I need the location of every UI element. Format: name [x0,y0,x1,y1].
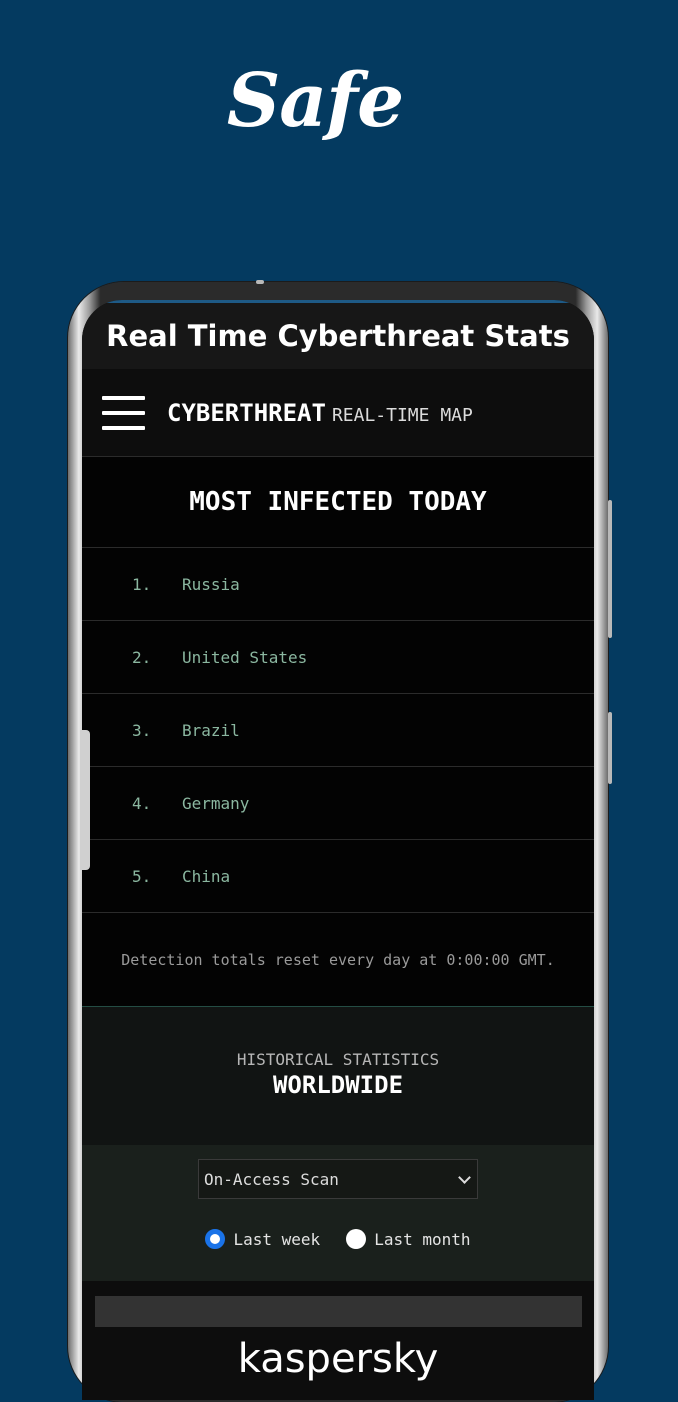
historical-section: HISTORICAL STATISTICS WORLDWIDE [82,1007,594,1145]
list-item[interactable]: 1. Russia [82,548,594,621]
brand-sub-text: REAL-TIME MAP [331,404,473,426]
footer-panel: kaspersky [82,1281,594,1400]
radio-label: Last week [233,1229,321,1249]
historical-region: WORLDWIDE [272,1071,404,1099]
site-header: CYBERTHREAT REAL-TIME MAP [82,369,594,457]
phone-button-left [80,730,90,870]
phone-screen: Real Time Cyberthreat Stats CYBERTHREAT R… [82,300,594,1400]
brand-main-text: CYBERTHREAT [167,398,326,427]
scan-type-select[interactable]: On-Access Scan [198,1159,478,1199]
detection-footnote: Detection totals reset every day at 0:00… [82,914,594,1007]
country-name: Brazil [182,720,240,740]
most-infected-title: MOST INFECTED TODAY [82,457,594,548]
kaspersky-logo: kaspersky [237,1336,439,1382]
rank-number: 3. [132,720,152,740]
country-name: Germany [182,793,250,813]
historical-controls: On-Access Scan Last week Last month [82,1145,594,1281]
rank-number: 5. [132,866,152,886]
hamburger-menu-icon[interactable] [102,395,145,430]
phone-button-top [256,280,264,284]
list-item[interactable]: 4. Germany [82,767,594,840]
site-brand[interactable]: CYBERTHREAT REAL-TIME MAP [167,399,473,427]
footer-bar [95,1296,582,1327]
promo-title: Safe [226,58,404,144]
historical-label: HISTORICAL STATISTICS [236,1050,440,1069]
radio-last-week[interactable]: Last week [205,1229,320,1249]
app-bar: Real Time Cyberthreat Stats [82,303,594,369]
rank-number: 4. [132,793,152,813]
phone-button-right-lower [608,712,612,784]
list-item[interactable]: 5. China [82,840,594,913]
infected-list: 1. Russia 2. United States 3. Brazil 4. … [82,548,594,913]
scan-type-value: On-Access Scan [204,1169,339,1189]
phone-button-right-upper [608,500,612,638]
country-name: Russia [182,574,240,594]
app-bar-title: Real Time Cyberthreat Stats [106,319,570,353]
list-item[interactable]: 3. Brazil [82,694,594,767]
radio-label: Last month [374,1229,471,1249]
radio-button[interactable] [346,1229,367,1249]
radio-button-selected[interactable] [205,1229,226,1249]
country-name: United States [182,647,308,667]
chevron-down-icon [458,1170,471,1184]
radio-last-month[interactable]: Last month [346,1229,471,1249]
rank-number: 1. [132,574,152,594]
rank-number: 2. [132,647,152,667]
list-item[interactable]: 2. United States [82,621,594,694]
period-radio-group: Last week Last month [82,1229,594,1249]
country-name: China [182,866,231,886]
